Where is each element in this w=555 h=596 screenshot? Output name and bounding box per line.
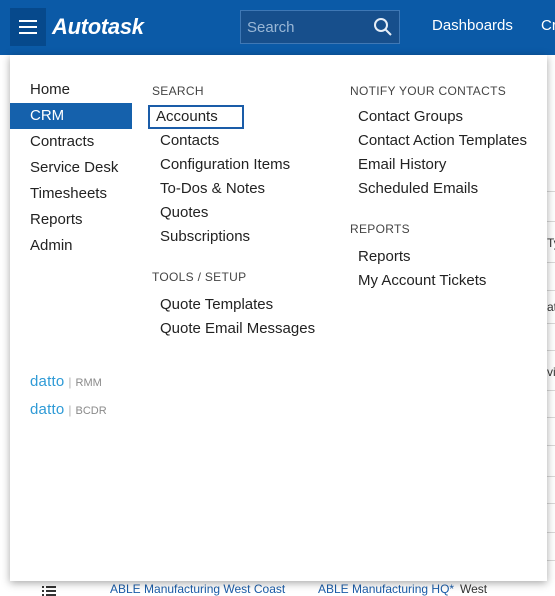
background-divider bbox=[547, 417, 555, 418]
logo-text: Autotask bbox=[52, 14, 144, 39]
background-text-fragment: Ty bbox=[547, 236, 555, 250]
autotask-logo[interactable]: Autotask bbox=[52, 13, 144, 41]
menu-item-configuration-items[interactable]: Configuration Items bbox=[152, 153, 290, 177]
background-text-fragment: vi bbox=[547, 365, 555, 379]
background-divider bbox=[547, 445, 555, 446]
menu-item-contact-action-templates[interactable]: Contact Action Templates bbox=[350, 129, 527, 153]
nav-create[interactable]: Cr bbox=[541, 17, 555, 34]
section-heading-tools: TOOLS / SETUP bbox=[152, 270, 247, 284]
menu-item-my-account-tickets[interactable]: My Account Tickets bbox=[350, 269, 486, 293]
section-heading-reports: REPORTS bbox=[350, 222, 410, 236]
menu-item-email-history[interactable]: Email History bbox=[350, 153, 527, 177]
main-menu-dropdown: Home CRM Contracts Service Desk Timeshee… bbox=[10, 55, 547, 581]
datto-bcdr-link[interactable]: datto | BCDR bbox=[30, 401, 107, 418]
list-icon[interactable] bbox=[42, 586, 56, 596]
notify-contacts-section: NOTIFY YOUR CONTACTS Contact Groups Cont… bbox=[350, 82, 527, 201]
search-icon[interactable] bbox=[373, 17, 393, 37]
menu-item-quote-templates[interactable]: Quote Templates bbox=[152, 293, 315, 317]
nav-dashboards[interactable]: Dashboards bbox=[432, 17, 513, 34]
module-item-timesheets[interactable]: Timesheets bbox=[10, 181, 132, 207]
menu-item-contact-groups[interactable]: Contact Groups bbox=[350, 105, 527, 129]
background-divider bbox=[547, 476, 555, 477]
datto-rmm-link[interactable]: datto | RMM bbox=[30, 373, 102, 390]
hamburger-icon bbox=[19, 20, 37, 34]
datto-logo: datto bbox=[30, 401, 65, 418]
hamburger-menu-button[interactable] bbox=[10, 8, 46, 46]
menu-item-contacts[interactable]: Contacts bbox=[152, 129, 290, 153]
module-nav: Home CRM Contracts Service Desk Timeshee… bbox=[10, 77, 132, 259]
partner-product: BCDR bbox=[75, 405, 107, 417]
menu-item-quotes[interactable]: Quotes bbox=[152, 201, 290, 225]
search-section: SEARCH Accounts Contacts Configuration I… bbox=[148, 82, 290, 249]
module-item-contracts[interactable]: Contracts bbox=[10, 129, 132, 155]
menu-item-reports[interactable]: Reports bbox=[350, 245, 486, 269]
partner-product: RMM bbox=[75, 377, 102, 389]
background-divider bbox=[547, 290, 555, 291]
account-link[interactable]: ABLE Manufacturing West Coast bbox=[110, 582, 285, 596]
background-divider bbox=[547, 532, 555, 533]
reports-section: REPORTS Reports My Account Tickets bbox=[350, 220, 486, 293]
menu-item-quote-email-messages[interactable]: Quote Email Messages bbox=[152, 317, 315, 341]
background-text-fragment: at bbox=[547, 300, 555, 314]
separator: | bbox=[68, 403, 72, 417]
module-item-home[interactable]: Home bbox=[10, 77, 132, 103]
global-search[interactable] bbox=[240, 10, 400, 44]
background-divider bbox=[547, 350, 555, 351]
background-page-edge bbox=[547, 55, 555, 596]
datto-logo: datto bbox=[30, 373, 65, 390]
background-divider bbox=[547, 191, 555, 192]
parent-account-link[interactable]: ABLE Manufacturing HQ* bbox=[318, 582, 454, 596]
menu-item-todos-notes[interactable]: To-Dos & Notes bbox=[152, 177, 290, 201]
menu-item-subscriptions[interactable]: Subscriptions bbox=[152, 225, 290, 249]
separator: | bbox=[68, 375, 72, 389]
background-divider bbox=[547, 262, 555, 263]
background-divider bbox=[547, 560, 555, 561]
background-divider bbox=[547, 323, 555, 324]
background-divider bbox=[547, 503, 555, 504]
module-item-service-desk[interactable]: Service Desk bbox=[10, 155, 132, 181]
top-navigation-bar: Autotask Dashboards Cr bbox=[0, 0, 555, 55]
section-heading-notify: NOTIFY YOUR CONTACTS bbox=[350, 84, 507, 98]
tools-section: TOOLS / SETUP Quote Templates Quote Emai… bbox=[152, 268, 315, 341]
module-item-admin[interactable]: Admin bbox=[10, 233, 132, 259]
module-item-reports[interactable]: Reports bbox=[10, 207, 132, 233]
menu-item-accounts[interactable]: Accounts bbox=[148, 105, 244, 129]
background-divider bbox=[547, 390, 555, 391]
background-divider bbox=[547, 221, 555, 222]
menu-item-scheduled-emails[interactable]: Scheduled Emails bbox=[350, 177, 527, 201]
territory-text: West bbox=[460, 582, 488, 596]
module-item-crm[interactable]: CRM bbox=[10, 103, 132, 129]
search-input[interactable] bbox=[241, 18, 363, 36]
section-heading-search: SEARCH bbox=[152, 84, 204, 98]
